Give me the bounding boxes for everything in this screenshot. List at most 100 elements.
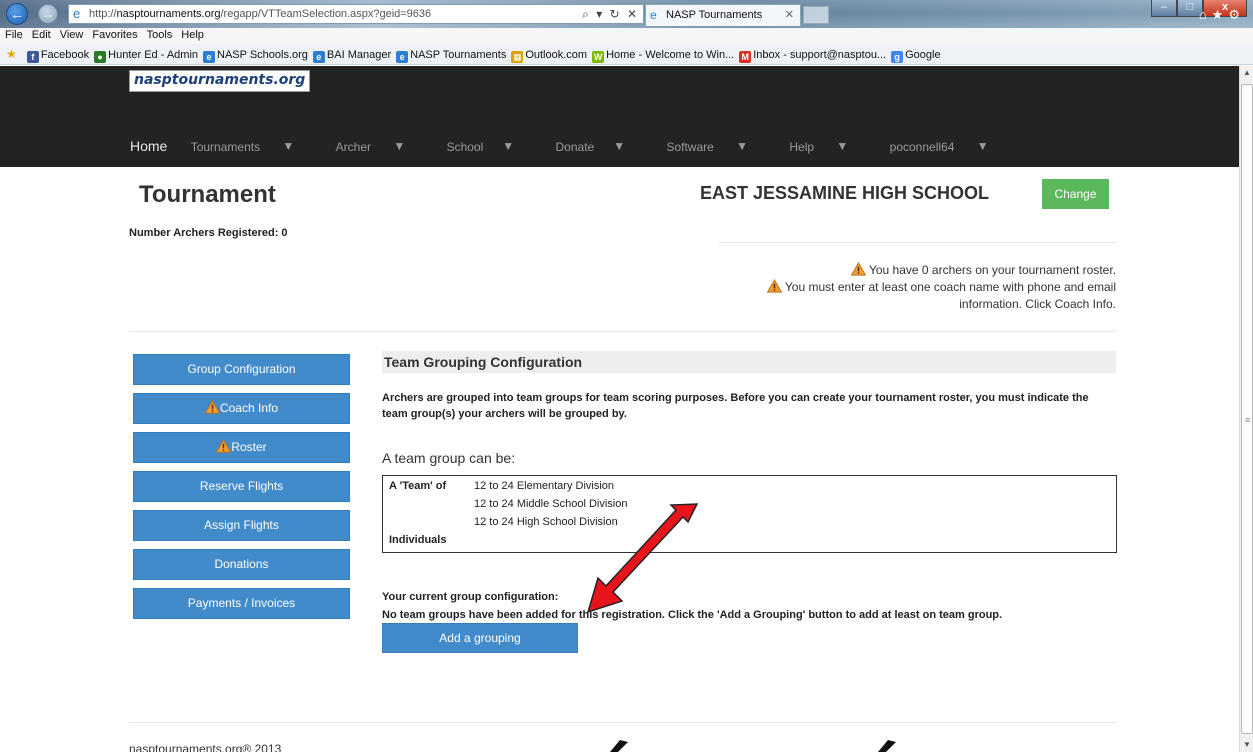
favorite-link[interactable]: e BAI Manager xyxy=(312,49,391,63)
warning-icon xyxy=(766,279,782,293)
close-tab-icon[interactable]: ✕ xyxy=(785,8,794,21)
warning-line: You have 0 archers on your tournament ro… xyxy=(696,262,1116,279)
app-icon: W xyxy=(592,51,605,63)
warning-icon xyxy=(216,439,232,453)
team-option: 12 to 24 Elementary Division xyxy=(474,480,615,492)
favorite-link[interactable]: ▦ Outlook.com xyxy=(511,49,587,63)
add-grouping-button[interactable]: Add a grouping xyxy=(382,623,578,653)
section-title: Team Grouping Configuration xyxy=(382,351,1116,373)
windows-icon: ▦ xyxy=(511,51,524,63)
vertical-scrollbar[interactable]: ▲ ≡ ▼ xyxy=(1239,66,1253,752)
forward-button[interactable]: → xyxy=(38,4,58,24)
ie-page-icon: e xyxy=(312,51,325,63)
favorites-star-icon[interactable]: ★ xyxy=(6,47,17,61)
team-group-options-box: A 'Team' of 12 to 24 Elementary Division… xyxy=(382,475,1117,553)
nav-donate[interactable]: Donate ▼ xyxy=(556,139,645,154)
divider xyxy=(129,331,1116,332)
team-option: 12 to 24 High School Division xyxy=(474,516,618,528)
nav-home[interactable]: Home xyxy=(130,138,167,154)
warning-line: You must enter at least one coach name w… xyxy=(696,279,1116,296)
team-label: A 'Team' of xyxy=(389,480,447,492)
change-school-button[interactable]: Change xyxy=(1042,179,1109,209)
site-nav-menu: Home Tournaments ▼ Archer ▼ School ▼ Dona… xyxy=(130,138,1027,154)
favorite-link[interactable]: ● Hunter Ed - Admin xyxy=(94,49,198,63)
sidebar-item-payments-invoices[interactable]: Payments / Invoices xyxy=(133,588,350,619)
sidebar-item-roster[interactable]: Roster xyxy=(133,432,350,463)
favorite-link[interactable]: M Inbox - support@nasptou... xyxy=(739,49,886,63)
favorite-link[interactable]: e NASP Tournaments xyxy=(396,49,506,63)
ie-tab-icon: e xyxy=(650,8,657,22)
caret-down-icon: ▼ xyxy=(393,139,406,153)
warning-icon xyxy=(850,262,866,276)
scrollbar-thumb[interactable]: ≡ xyxy=(1241,84,1253,734)
sidebar-item-assign-flights[interactable]: Assign Flights xyxy=(133,510,350,541)
google-icon: g xyxy=(891,51,904,63)
nav-archer[interactable]: Archer ▼ xyxy=(336,139,425,154)
caret-down-icon: ▼ xyxy=(282,139,295,153)
menu-tools[interactable]: Tools xyxy=(142,28,177,41)
sidebar-item-reserve-flights[interactable]: Reserve Flights xyxy=(133,471,350,502)
divider xyxy=(719,242,1116,243)
sidebar-item-group-configuration[interactable]: Group Configuration xyxy=(133,354,350,385)
team-group-heading: A team group can be: xyxy=(382,450,516,466)
sidebar-item-donations[interactable]: Donations xyxy=(133,549,350,580)
globe-icon: ● xyxy=(94,51,107,63)
warning-line-continuation: information. Click Coach Info. xyxy=(959,297,1116,311)
team-option: 12 to 24 Middle School Division xyxy=(474,498,628,510)
favorite-link[interactable]: g Google xyxy=(891,49,941,63)
school-name: EAST JESSAMINE HIGH SCHOOL xyxy=(700,183,990,203)
address-url: http://nasptournaments.org/regapp/VTTeam… xyxy=(89,8,432,20)
nav-help[interactable]: Help ▼ xyxy=(789,139,867,154)
favorite-link[interactable]: f Facebook xyxy=(26,49,89,63)
scroll-up-icon[interactable]: ▲ xyxy=(1240,66,1253,80)
nav-tournaments[interactable]: Tournaments ▼ xyxy=(191,139,314,154)
home-favorites-settings-icons[interactable]: ⌂★⚙ xyxy=(1199,7,1245,23)
favorites-bar: ★ f Facebook ● Hunter Ed - Admin e NASP Schoo… xyxy=(0,44,1253,65)
nav-user-menu[interactable]: poconnell64 ▼ xyxy=(890,139,1008,154)
warning-icon xyxy=(204,400,220,414)
browser-title-bar: ← → e http://nasptournaments.org/regapp/… xyxy=(0,0,1253,28)
current-config-label: Your current group configuration: xyxy=(382,591,559,603)
menu-help[interactable]: Help xyxy=(176,28,208,41)
caret-down-icon: ▼ xyxy=(502,139,515,153)
individuals-label: Individuals xyxy=(389,534,447,546)
black-arrow-annotation xyxy=(878,740,896,752)
nav-school[interactable]: School ▼ xyxy=(447,139,534,154)
favorite-link[interactable]: W Home - Welcome to Win... xyxy=(592,49,734,63)
caret-down-icon: ▼ xyxy=(736,139,749,153)
menu-edit[interactable]: Edit xyxy=(27,28,55,41)
caret-down-icon: ▼ xyxy=(976,139,989,153)
page-title: Tournament xyxy=(139,181,276,208)
ie-page-icon: e xyxy=(73,6,81,21)
archers-registered-count: Number Archers Registered: 0 xyxy=(129,227,288,239)
caret-down-icon: ▼ xyxy=(836,139,849,153)
site-navbar: nasptournaments.org Home Tournaments ▼ A… xyxy=(0,66,1239,167)
menu-view[interactable]: View xyxy=(55,28,88,41)
roster-warnings: You have 0 archers on your tournament ro… xyxy=(696,262,1116,313)
favorite-link[interactable]: e NASP Schools.org xyxy=(203,49,308,63)
back-button[interactable]: ← xyxy=(6,3,28,25)
menu-favorites[interactable]: Favorites xyxy=(87,28,141,41)
site-brand-logo[interactable]: nasptournaments.org xyxy=(129,70,311,92)
nav-software[interactable]: Software ▼ xyxy=(666,139,767,154)
new-tab-button[interactable] xyxy=(803,6,829,24)
footer-copyright: nasptournaments.org® 2013 xyxy=(129,742,282,752)
sidebar-item-coach-info[interactable]: Coach Info xyxy=(133,393,350,424)
minimize-button[interactable]: – xyxy=(1151,0,1177,17)
address-bar[interactable]: e http://nasptournaments.org/regapp/VTTe… xyxy=(68,4,644,24)
page-viewport: nasptournaments.org Home Tournaments ▼ A… xyxy=(0,66,1239,752)
menu-file[interactable]: File xyxy=(0,28,27,41)
ie-page-icon: e xyxy=(203,51,216,63)
address-controls[interactable]: ⌕ ▾ ↻ ✕ xyxy=(582,7,639,22)
browser-tab[interactable]: e NASP Tournaments ✕ xyxy=(645,4,801,26)
ie-page-icon: e xyxy=(396,51,409,63)
facebook-icon: f xyxy=(26,51,39,63)
black-arrow-annotation xyxy=(610,740,628,752)
gmail-icon: M xyxy=(739,51,752,63)
no-groups-message: No team groups have been added for this … xyxy=(382,609,1003,621)
intro-text: Archers are grouped into team groups for… xyxy=(382,392,1089,420)
scroll-down-icon[interactable]: ▼ xyxy=(1240,738,1253,752)
caret-down-icon: ▼ xyxy=(613,139,626,153)
tab-title: NASP Tournaments xyxy=(666,9,763,21)
sidebar-menu: Group Configuration Coach Info Roster Reser… xyxy=(133,354,350,627)
